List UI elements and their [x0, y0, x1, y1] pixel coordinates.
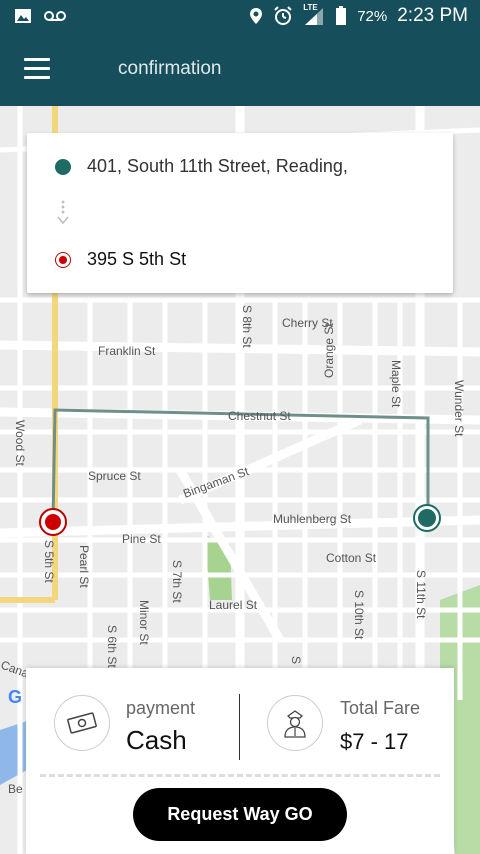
request-ride-button[interactable]: Request Way GO — [133, 788, 347, 841]
destination-address[interactable]: 395 S 5th St — [87, 249, 186, 270]
origin-marker[interactable] — [413, 504, 441, 532]
street-label: Pearl St — [77, 545, 91, 588]
street-label: Maple St — [389, 360, 403, 408]
signal-icon: LTE — [303, 3, 325, 26]
status-right-icons: LTE 72% 2:23 PM — [249, 3, 468, 27]
app-bar: confirmation — [0, 34, 480, 106]
status-left-icons — [14, 7, 66, 25]
street-label: S 7th St — [170, 560, 184, 603]
street-label: S 11th St — [414, 570, 428, 619]
battery-percent: 72% — [357, 7, 388, 25]
street-label: Pine St — [122, 532, 161, 546]
street-label: S — [289, 656, 303, 664]
fare-value: $7 - 17 — [340, 729, 409, 754]
street-label: Wood St — [13, 420, 27, 466]
payment-value[interactable]: Cash — [126, 725, 187, 756]
fare-label: Total Fare — [340, 698, 421, 718]
voicemail-icon — [44, 11, 66, 21]
clock: 2:23 PM — [397, 5, 468, 26]
street-label: Orange St — [322, 323, 336, 378]
street-label: S 8th St — [240, 305, 254, 348]
page-title: confirmation — [118, 58, 222, 79]
destination-marker[interactable] — [39, 508, 67, 536]
street-label: S 6th St — [105, 625, 119, 668]
street-label: Wunder St — [452, 380, 466, 437]
booking-card: payment Cash Total Fare $7 - 17 Request … — [26, 668, 454, 854]
divider — [239, 694, 240, 760]
street-label: Laurel St — [209, 598, 258, 612]
driver-icon — [267, 695, 323, 751]
street-label: Minor St — [137, 600, 151, 645]
street-label: Muhlenberg St — [273, 512, 352, 526]
street-label: Cotton St — [326, 551, 377, 565]
image-icon — [15, 9, 31, 23]
dashed-divider — [40, 774, 440, 777]
cash-icon[interactable] — [54, 695, 110, 751]
street-label: S 10th St — [352, 590, 366, 640]
network-type-label: LTE — [303, 3, 318, 12]
battery-icon — [336, 6, 347, 25]
hamburger-menu-icon[interactable] — [24, 58, 50, 80]
payment-label: payment — [126, 698, 196, 718]
street-label: S 5th St — [42, 540, 56, 583]
street-label: Chestnut St — [228, 409, 291, 423]
alarm-icon — [274, 6, 292, 25]
origin-dot-icon — [55, 159, 71, 175]
street-label: Franklin St — [98, 344, 156, 358]
arrow-down-icon — [57, 200, 69, 225]
location-icon — [250, 8, 263, 24]
google-logo: G — [8, 687, 23, 707]
destination-dot-icon — [55, 252, 71, 268]
status-bar: LTE 72% 2:23 PM — [0, 0, 480, 34]
origin-address[interactable]: 401, South 11th Street, Reading, — [87, 156, 348, 177]
street-label: Spruce St — [88, 469, 141, 483]
route-card: 401, South 11th Street, Reading, 395 S 5… — [27, 133, 453, 293]
street-label: Be — [8, 782, 23, 796]
